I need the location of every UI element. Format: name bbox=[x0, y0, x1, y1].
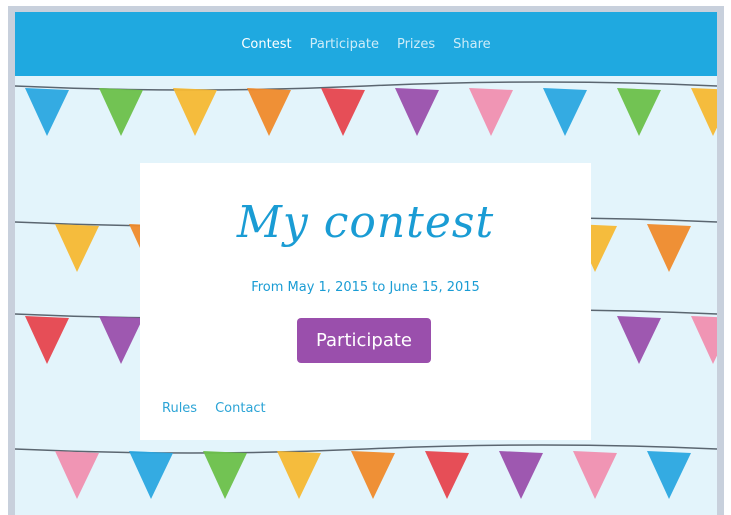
contest-dates: From May 1, 2015 to June 15, 2015 bbox=[251, 280, 480, 295]
bunting-flag bbox=[321, 88, 365, 136]
bunting-flag bbox=[691, 88, 717, 136]
participate-button[interactable]: Participate bbox=[297, 318, 431, 363]
page-viewport: Contest Participate Prizes Share My cont… bbox=[15, 12, 717, 515]
bunting-row-1 bbox=[15, 81, 717, 136]
bunting-flag bbox=[351, 451, 395, 499]
bunting-row-4 bbox=[15, 444, 717, 499]
bunting-flag bbox=[573, 451, 617, 499]
bunting-flag bbox=[99, 88, 143, 136]
bunting-flag bbox=[617, 88, 661, 136]
nav-prizes[interactable]: Prizes bbox=[397, 37, 435, 52]
bunting-flag bbox=[691, 316, 717, 364]
nav-share[interactable]: Share bbox=[453, 37, 491, 52]
bunting-flag bbox=[173, 88, 217, 136]
contact-link[interactable]: Contact bbox=[215, 401, 266, 416]
bunting-flag bbox=[425, 451, 469, 499]
bunting-flag bbox=[543, 88, 587, 136]
bunting-flag bbox=[395, 88, 439, 136]
contest-title: My contest bbox=[236, 197, 495, 248]
card-footer-links: Rules Contact bbox=[162, 401, 266, 416]
bunting-flag bbox=[469, 88, 513, 136]
bunting-flag bbox=[25, 88, 69, 136]
nav-contest[interactable]: Contest bbox=[241, 37, 291, 52]
top-navigation: Contest Participate Prizes Share bbox=[15, 12, 717, 76]
contest-card: My contest From May 1, 2015 to June 15, … bbox=[140, 163, 591, 440]
bunting-flag bbox=[647, 224, 691, 272]
browser-frame: Contest Participate Prizes Share My cont… bbox=[8, 6, 724, 515]
bunting-flag bbox=[55, 451, 99, 499]
bunting-flag bbox=[203, 451, 247, 499]
bunting-flag bbox=[647, 451, 691, 499]
bunting-flag bbox=[99, 316, 143, 364]
rules-link[interactable]: Rules bbox=[162, 401, 197, 416]
bunting-flag bbox=[247, 88, 291, 136]
bunting-flag bbox=[277, 451, 321, 499]
bunting-flag bbox=[25, 316, 69, 364]
bunting-flag bbox=[129, 451, 173, 499]
bunting-flag bbox=[499, 451, 543, 499]
nav-participate[interactable]: Participate bbox=[310, 37, 379, 52]
bunting-flag bbox=[617, 316, 661, 364]
bunting-flag bbox=[55, 224, 99, 272]
